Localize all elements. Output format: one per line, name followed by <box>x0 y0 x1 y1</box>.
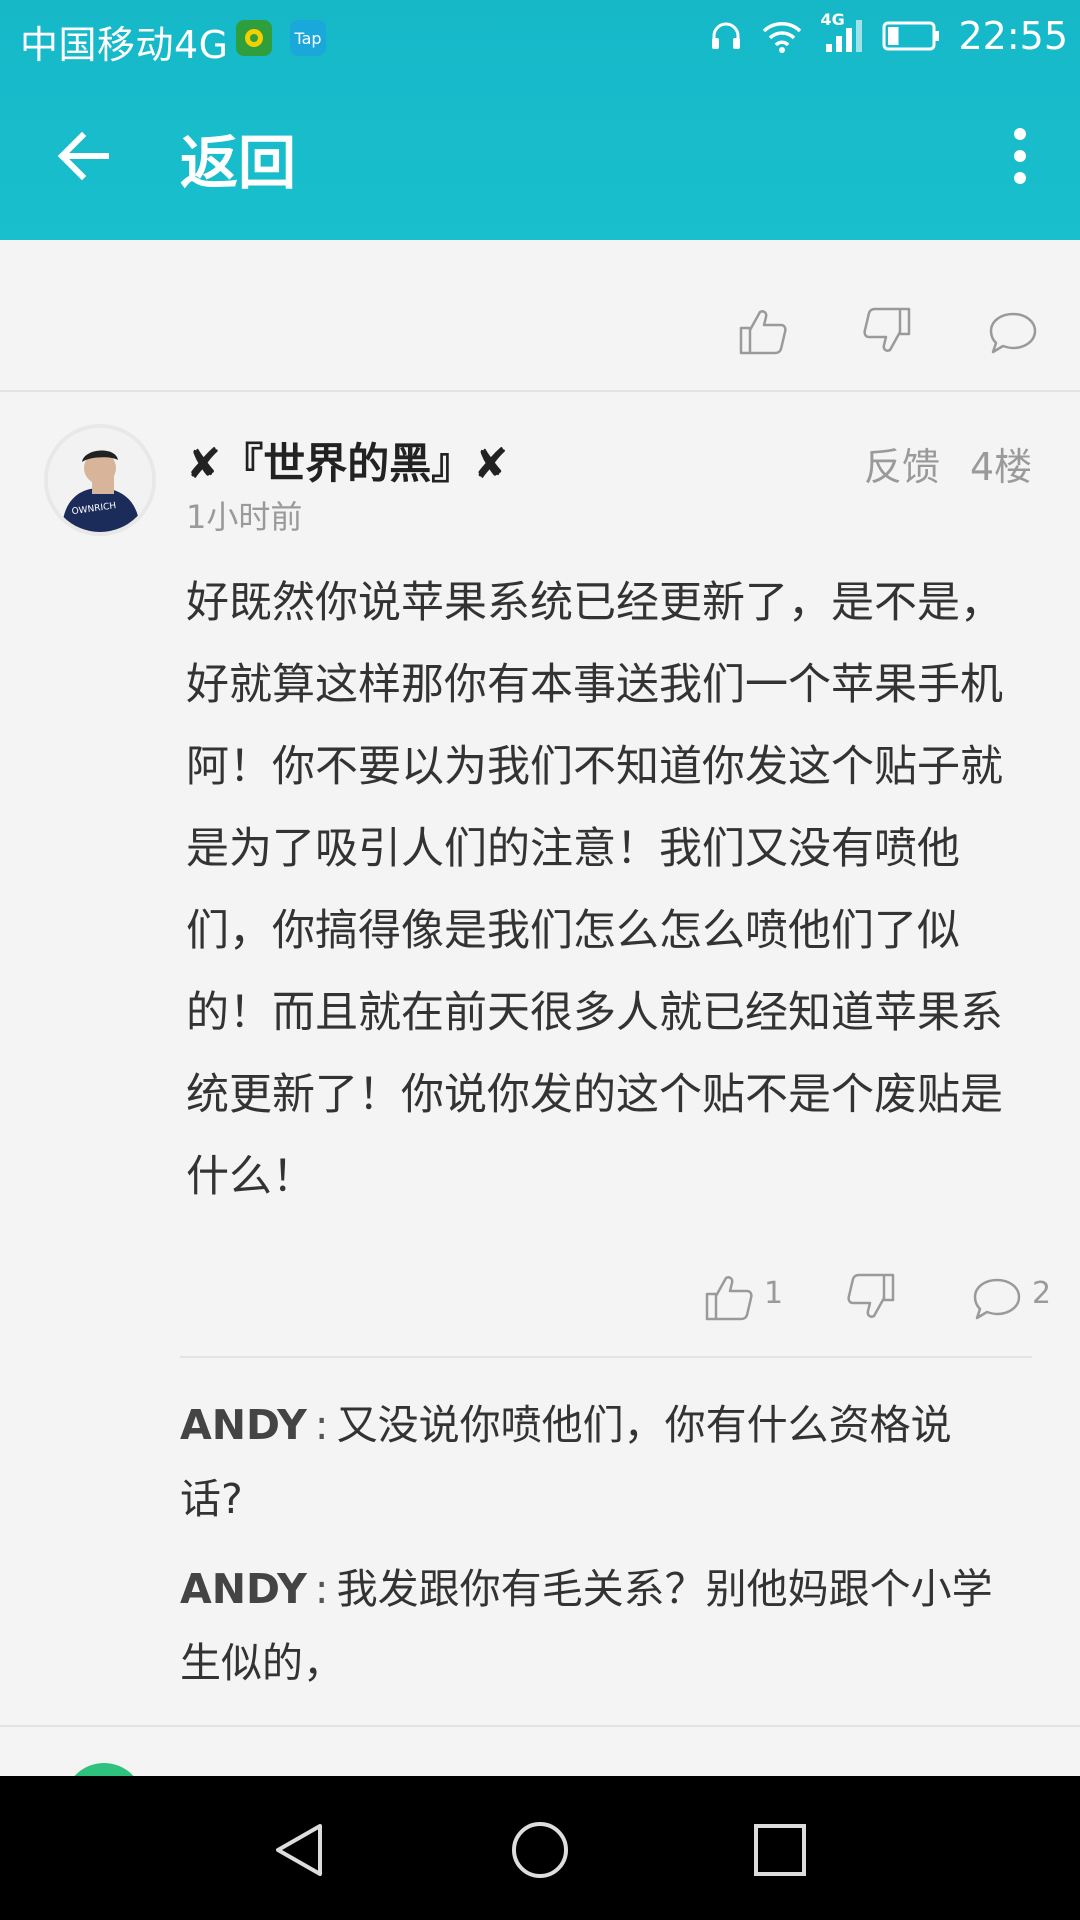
network-type-badge: 4G <box>820 10 845 29</box>
comment-reply-button[interactable] <box>972 1274 1022 1324</box>
comment-body: 好既然你说苹果系统已经更新了，是不是，好就算这样那你有本事送我们一个苹果手机阿！… <box>186 578 1003 1202</box>
comment-item: OWNRICH ✘『世界的黑』✘ 1小时前 反馈 4楼 好既然你说苹果系统已经更… <box>0 392 1080 1727</box>
floor-label: 4楼 <box>970 445 1033 489</box>
nav-back-button[interactable] <box>270 1820 330 1880</box>
comment-dislike-button[interactable] <box>846 1272 896 1322</box>
signal-icon: 4G <box>820 10 864 54</box>
comment-count: 2 <box>1032 1276 1052 1311</box>
tap-app-icon: Tap <box>290 20 326 56</box>
post-action-row <box>0 240 1080 392</box>
reply-author[interactable]: ANDY <box>180 1401 307 1449</box>
speech-bubble-icon <box>973 1278 1021 1320</box>
battery-icon <box>882 20 940 52</box>
system-navigation-bar <box>0 1776 1080 1920</box>
like-count: 1 <box>764 1276 784 1311</box>
speech-bubble-icon <box>989 312 1037 354</box>
comment-username[interactable]: ✘『世界的黑』✘ <box>186 430 508 491</box>
nav-recent-button[interactable] <box>750 1820 810 1880</box>
clock: 22:55 <box>958 14 1068 58</box>
more-options-button[interactable] <box>1000 124 1040 188</box>
nav-home-button[interactable] <box>510 1820 570 1880</box>
divider <box>180 1356 1032 1358</box>
more-vertical-icon <box>1014 128 1026 184</box>
reply-separator: : <box>314 1565 329 1613</box>
next-comment-peek <box>0 1727 1080 1776</box>
music-app-icon <box>236 20 272 56</box>
reply-author[interactable]: ANDY <box>180 1565 307 1613</box>
wifi-icon <box>762 19 802 53</box>
app-bar: 返回 <box>0 72 1080 240</box>
avatar[interactable] <box>64 1763 144 1776</box>
comment-like-button[interactable] <box>704 1272 754 1322</box>
post-comment-button[interactable] <box>988 308 1038 358</box>
back-label[interactable]: 返回 <box>180 116 296 200</box>
reply-separator: : <box>314 1401 329 1449</box>
status-bar: 中国移动4G Tap 4G 22:55 <box>0 0 1080 72</box>
arrow-left-icon <box>57 131 109 181</box>
carrier-label: 中国移动4G <box>20 23 229 67</box>
triangle-back-icon <box>276 1824 322 1876</box>
square-recent-icon <box>754 1824 806 1876</box>
thumbs-up-icon <box>739 310 787 355</box>
headphones-icon <box>708 18 744 54</box>
thumbs-down-icon <box>847 1273 895 1318</box>
circle-home-icon <box>512 1822 568 1878</box>
thumbs-down-icon <box>863 307 911 352</box>
post-dislike-button[interactable] <box>862 306 912 356</box>
reply-item[interactable]: ANDY: 又没说你喷他们，你有什么资格说话? <box>180 1388 1010 1536</box>
avatar[interactable]: OWNRICH <box>44 424 156 536</box>
post-like-button[interactable] <box>738 306 788 356</box>
thumbs-up-icon <box>705 1276 753 1321</box>
feedback-button[interactable]: 反馈 <box>864 436 940 491</box>
back-button[interactable] <box>52 124 116 188</box>
comment-timestamp: 1小时前 <box>186 498 303 536</box>
reply-item[interactable]: ANDY: 我发跟你有毛关系？别他妈跟个小学生似的， <box>180 1552 1010 1700</box>
